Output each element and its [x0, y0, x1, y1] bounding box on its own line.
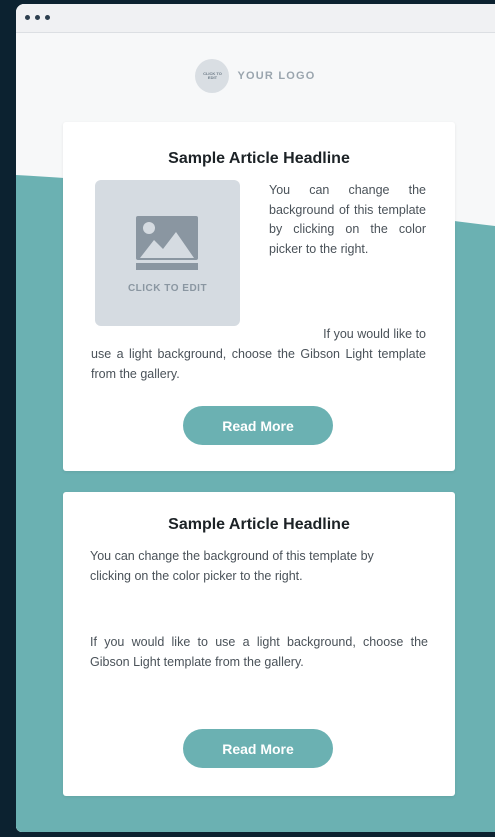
article-headline[interactable]: Sample Article Headline: [63, 150, 455, 168]
read-more-button[interactable]: Read More: [183, 406, 333, 445]
logo-badge[interactable]: CLICK TO EDIT: [195, 59, 230, 93]
logo-text: YOUR LOGO: [237, 70, 316, 82]
image-placeholder-label: CLICK TO EDIT: [127, 283, 208, 294]
read-more-button[interactable]: Read More: [183, 729, 333, 768]
article-paragraph-rest[interactable]: use a light background, choose the Gibso…: [91, 345, 426, 384]
window-dot-icon[interactable]: [45, 15, 50, 20]
article-paragraph[interactable]: You can change the background of this te…: [90, 547, 390, 586]
article-paragraph[interactable]: You can change the background of this te…: [269, 181, 426, 259]
window-dot-icon[interactable]: [35, 15, 40, 20]
template-canvas[interactable]: CLICK TO EDIT YOUR LOGO Sample Article H…: [16, 33, 495, 832]
window-dot-icon[interactable]: [25, 15, 30, 20]
image-placeholder-icon: [136, 216, 198, 270]
logo-header[interactable]: CLICK TO EDIT YOUR LOGO: [16, 59, 495, 93]
image-placeholder[interactable]: CLICK TO EDIT: [95, 180, 240, 326]
article-paragraph[interactable]: If you would like to use a light backgro…: [90, 633, 428, 672]
email-template-window: CLICK TO EDIT YOUR LOGO Sample Article H…: [16, 4, 495, 832]
article-card[interactable]: Sample Article Headline You can change t…: [63, 492, 455, 796]
article-paragraph-start[interactable]: If you would like to: [269, 325, 426, 345]
logo-badge-text: CLICK TO EDIT: [203, 70, 222, 80]
article-headline[interactable]: Sample Article Headline: [63, 516, 455, 534]
article-card[interactable]: Sample Article Headline CLICK TO EDIT Yo…: [63, 122, 455, 471]
window-titlebar: [16, 4, 495, 33]
window-controls: [25, 15, 50, 20]
